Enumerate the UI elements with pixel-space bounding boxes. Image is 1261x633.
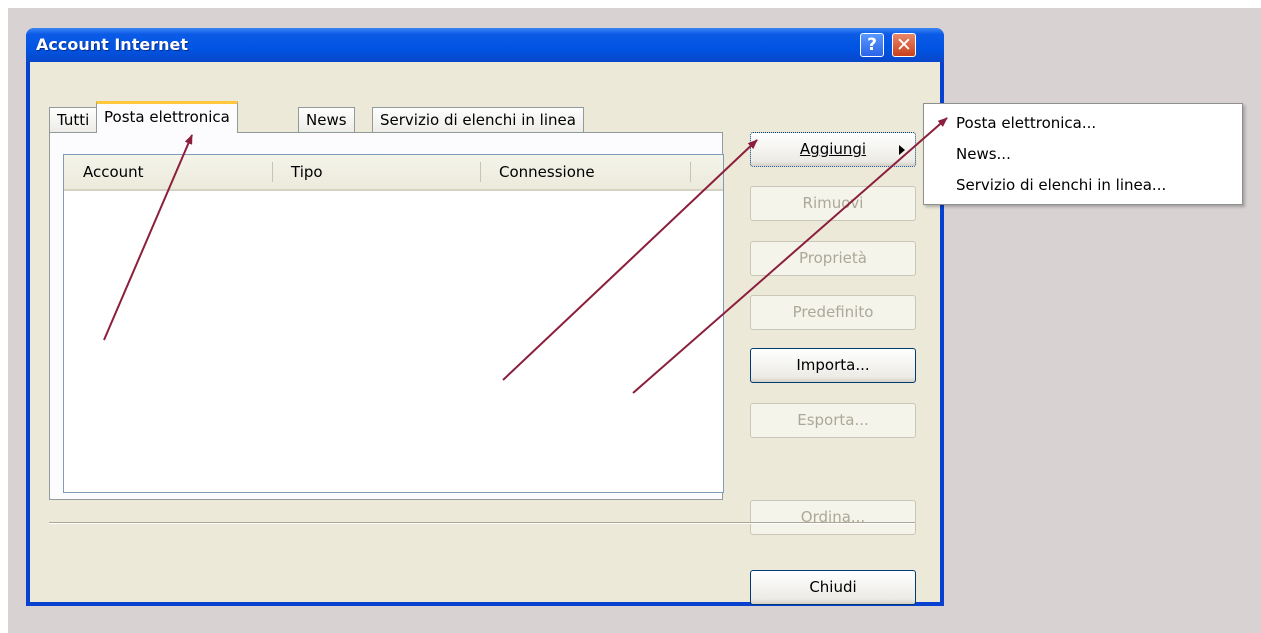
- annotation-arrow-to-tab: [103, 134, 193, 341]
- tab-posta-elettronica[interactable]: Posta elettronica: [96, 101, 238, 133]
- annotation-arrows: [103, 117, 948, 394]
- annotation-arrow-to-submenu: [632, 117, 948, 394]
- annotation-arrow-to-add-button: [502, 139, 758, 381]
